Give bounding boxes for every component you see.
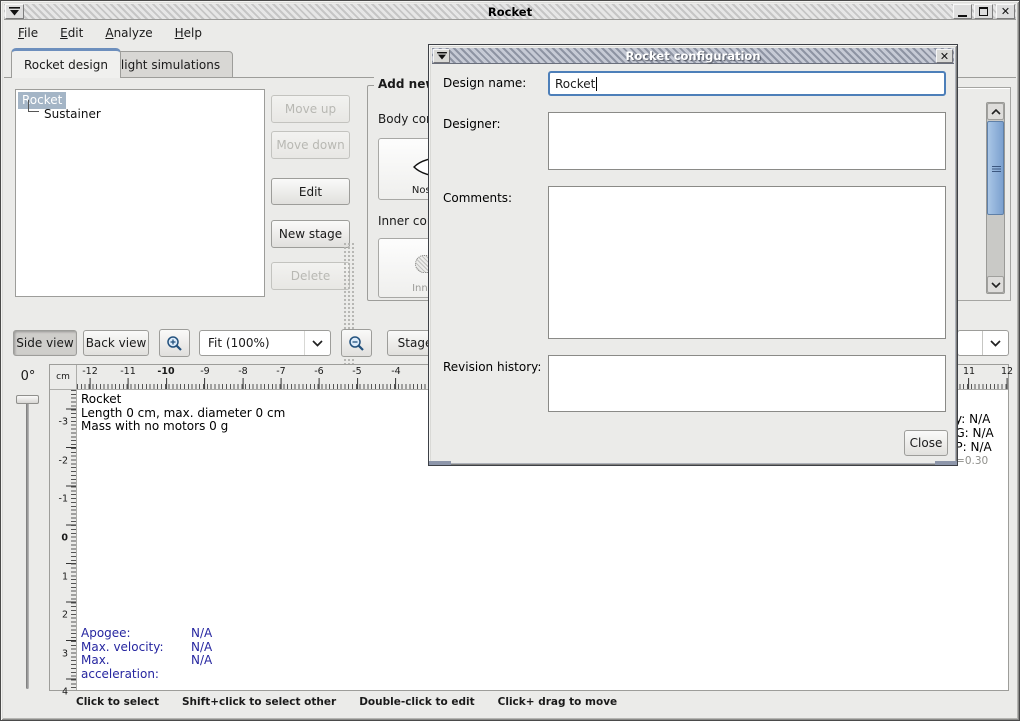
minimize-button[interactable]	[953, 4, 972, 19]
design-name-input[interactable]: Rocket	[548, 71, 946, 96]
menu-file[interactable]: File	[14, 24, 42, 42]
resize-grip-left[interactable]	[429, 461, 451, 465]
side-view-button[interactable]: Side view	[13, 330, 77, 356]
component-tree[interactable]: Rocket Sustainer	[15, 89, 265, 297]
revision-history-label: Revision history:	[443, 360, 541, 374]
main-titlebar[interactable]: Rocket ✕	[4, 4, 1016, 20]
status-hints: Click to select Shift+click to select ot…	[76, 696, 617, 708]
ruler-unit-label: cm	[50, 365, 77, 390]
new-stage-button[interactable]: New stage	[271, 220, 350, 248]
tree-connector-line	[28, 100, 39, 112]
zoom-in-button[interactable]	[159, 329, 190, 357]
thumb-grip	[992, 166, 1001, 172]
text-caret	[596, 77, 597, 91]
close-icon: ✕	[1001, 6, 1010, 17]
close-icon: ✕	[940, 51, 949, 62]
dialog-close-action-button[interactable]: Close	[904, 430, 948, 456]
move-up-button[interactable]: Move up	[271, 95, 350, 123]
design-name-label: Design name:	[443, 76, 526, 90]
comments-label: Comments:	[443, 191, 512, 205]
comments-textarea[interactable]	[548, 186, 946, 339]
chevron-up-icon	[991, 109, 1001, 115]
close-button[interactable]: ✕	[996, 4, 1015, 19]
component-list-panel	[955, 87, 1011, 301]
tab-rocket-design[interactable]: Rocket design	[11, 48, 121, 78]
rotation-slider-handle[interactable]	[16, 395, 39, 404]
vertical-scrollbar[interactable]	[986, 102, 1005, 294]
back-view-button[interactable]: Back view	[83, 330, 149, 356]
window-title: Rocket	[4, 5, 1016, 19]
dialog-close-button[interactable]: ✕	[936, 49, 953, 63]
maximize-button[interactable]	[974, 4, 993, 19]
vertical-ruler: -3 -2 -1 0 1 2 3 4	[50, 390, 77, 690]
rocket-configuration-dialog: Rocket configuration ✕ Design name: Rock…	[428, 44, 958, 466]
delete-button[interactable]: Delete	[271, 262, 350, 290]
edit-button[interactable]: Edit	[271, 178, 350, 205]
zoom-level-combobox[interactable]: Fit (100%)	[199, 330, 331, 356]
scroll-up-button[interactable]	[987, 103, 1004, 120]
maximize-icon	[979, 7, 988, 16]
menu-help[interactable]: Help	[171, 24, 206, 42]
minimize-icon	[958, 15, 967, 17]
menu-analyze[interactable]: Analyze	[101, 24, 156, 42]
revision-history-textarea[interactable]	[548, 355, 946, 412]
zoom-in-icon	[166, 335, 183, 352]
rocket-summary: Rocket Length 0 cm, max. diameter 0 cm M…	[81, 393, 285, 434]
zoom-out-button[interactable]	[341, 329, 372, 357]
zoom-out-icon	[348, 335, 365, 352]
scrollbar-thumb[interactable]	[987, 121, 1004, 215]
stage-selector-combobox[interactable]	[957, 330, 1009, 356]
rotation-angle-label: 0°	[13, 369, 43, 384]
tree-item-sustainer[interactable]: Sustainer	[42, 106, 103, 122]
designer-label: Designer:	[443, 117, 501, 131]
resize-grip-right[interactable]	[935, 461, 957, 465]
menubar: File Edit Analyze Help	[4, 22, 1016, 44]
chevron-down-icon	[312, 340, 323, 347]
chevron-down-icon	[991, 282, 1001, 288]
designer-textarea[interactable]	[548, 112, 946, 170]
flight-data-summary: Apogee:N/A Max. velocity:N/A Max. accele…	[81, 627, 212, 681]
rotation-slider-track[interactable]	[26, 401, 29, 689]
move-down-button[interactable]: Move down	[271, 131, 350, 159]
chevron-down-icon	[990, 340, 1001, 347]
dialog-title: Rocket configuration	[432, 49, 954, 63]
dialog-titlebar[interactable]: Rocket configuration ✕	[432, 48, 954, 64]
menu-edit[interactable]: Edit	[56, 24, 87, 42]
scroll-down-button[interactable]	[987, 276, 1004, 293]
